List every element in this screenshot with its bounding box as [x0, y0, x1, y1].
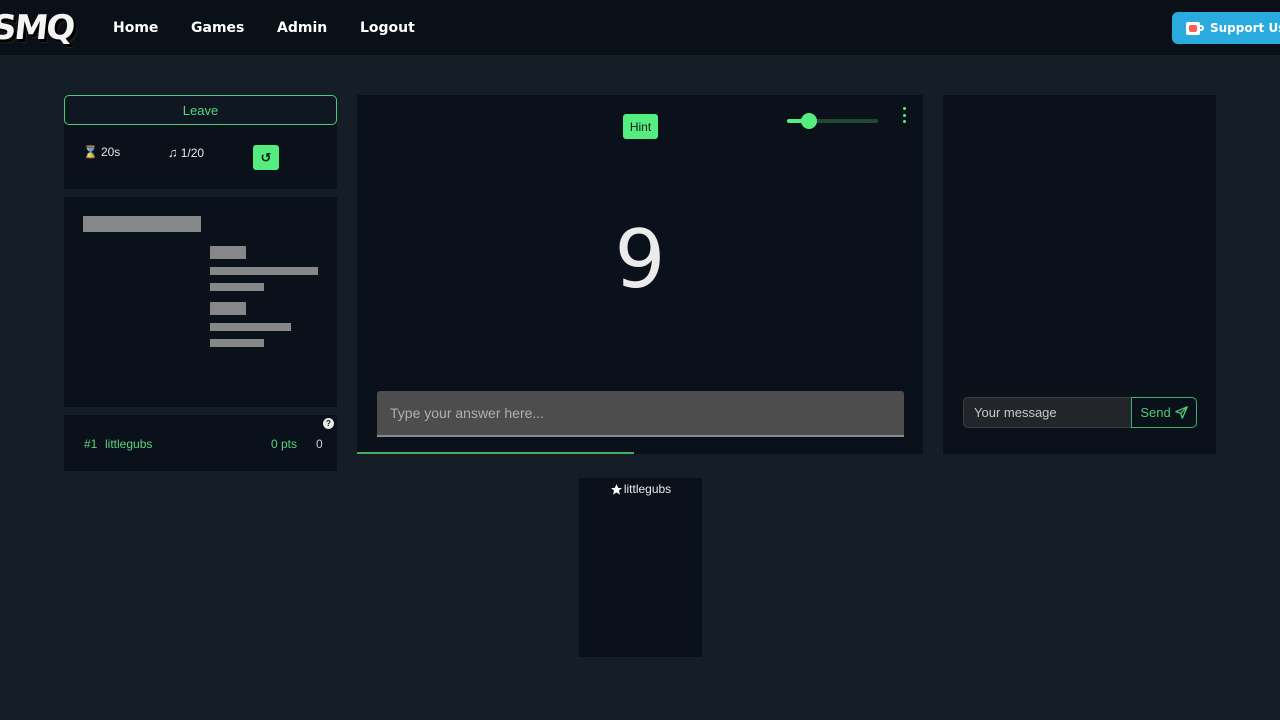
score-extra: 0	[316, 437, 323, 451]
nav-admin-wrap: Admin	[277, 0, 327, 55]
star-icon	[610, 483, 622, 495]
round-progress-fill	[357, 452, 635, 454]
paper-plane-icon	[1174, 406, 1188, 419]
volume-slider-thumb[interactable]	[800, 113, 817, 129]
music-note-icon: ♫	[168, 145, 178, 160]
chat-message-input[interactable]	[963, 397, 1131, 428]
answer-input[interactable]	[377, 391, 904, 437]
player-card: littlegubs	[579, 478, 702, 657]
nav-games-wrap: Games	[191, 0, 244, 55]
skeleton-title	[83, 216, 201, 232]
nav-admin[interactable]: Admin	[277, 20, 327, 36]
logo[interactable]: SMQ	[0, 8, 75, 48]
timer-stat: ⌛ 20s	[83, 145, 120, 159]
nav-games[interactable]: Games	[191, 20, 244, 36]
loading-skeleton-panel	[64, 197, 337, 407]
coffee-cup-icon	[1186, 21, 1204, 35]
skeleton-line	[210, 339, 264, 347]
song-count-stat: ♫ 1/20	[168, 145, 204, 160]
timer-value: 20s	[100, 145, 121, 159]
refresh-button[interactable]: ↺	[253, 145, 279, 170]
skeleton-line	[210, 267, 318, 275]
help-icon[interactable]: ?	[323, 418, 334, 429]
nav-logout[interactable]: Logout	[360, 20, 415, 36]
nav-home-wrap: Home	[113, 0, 158, 55]
nav-logout-wrap: Logout	[360, 0, 415, 55]
hourglass-icon: ⌛	[83, 145, 98, 159]
more-options-icon[interactable]	[901, 107, 907, 123]
nav-home[interactable]: Home	[113, 20, 158, 36]
support-us-label: Support Us!	[1210, 21, 1280, 35]
support-us-button[interactable]: Support Us!	[1172, 12, 1280, 44]
skeleton-line	[210, 283, 264, 291]
score-points: 0 pts	[271, 437, 298, 451]
player-card-name: littlegubs	[623, 482, 672, 496]
hint-button[interactable]: Hint	[623, 114, 658, 139]
countdown-number: 9	[614, 213, 666, 306]
top-navbar: SMQ Home Games Admin Logout Support Us!	[0, 0, 1280, 55]
skeleton-line	[210, 302, 246, 315]
skeleton-line	[210, 323, 291, 331]
leave-button[interactable]: Leave	[64, 95, 337, 125]
round-progress-bar	[357, 452, 923, 454]
volume-slider[interactable]	[787, 113, 878, 129]
song-progress: 1/20	[180, 145, 205, 160]
send-button[interactable]: Send	[1131, 397, 1197, 428]
refresh-icon: ↺	[260, 149, 272, 165]
player-card-header: littlegubs	[579, 482, 702, 496]
score-rank: #1	[84, 437, 98, 451]
skeleton-line	[210, 246, 246, 259]
send-label: Send	[1140, 405, 1171, 420]
score-player-name[interactable]: littlegubs	[105, 437, 152, 451]
